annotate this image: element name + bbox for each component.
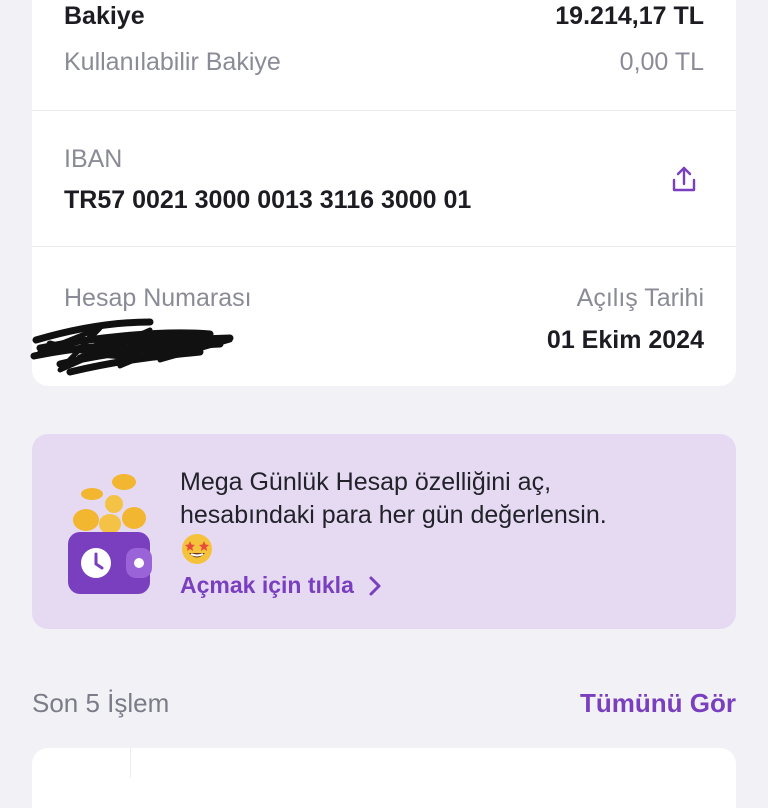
star-struck-emoji-icon (182, 534, 212, 564)
share-icon (672, 166, 696, 192)
divider (32, 246, 736, 247)
opening-date-value: 01 Ekim 2024 (546, 326, 704, 354)
available-balance-row: Kullanılabilir Bakiye 0,00 TL (32, 48, 736, 77)
open-feature-link[interactable]: Açmak için tıkla (180, 572, 382, 599)
see-all-button[interactable]: Tümünü Gör (580, 688, 736, 719)
available-balance-label: Kullanılabilir Bakiye (64, 48, 281, 76)
opening-date-label: Açılış Tarihi (576, 284, 704, 312)
balance-value: 19.214,17 TL (555, 2, 704, 30)
balance-label: Bakiye (64, 2, 145, 30)
iban-label: IBAN (64, 145, 123, 173)
divider (130, 748, 131, 778)
promo-text: Mega Günlük Hesap özelliğini aç, hesabın… (180, 466, 710, 532)
transactions-list-card (32, 748, 736, 808)
wallet-coins-icon (68, 474, 152, 594)
promo-line-2: hesabındaki para her gün değerlensin. (180, 501, 607, 529)
promo-line-1: Mega Günlük Hesap özelliğini aç, (180, 468, 552, 496)
recent-transactions-title: Son 5 İşlem (32, 688, 170, 718)
mega-daily-account-promo[interactable]: Mega Günlük Hesap özelliğini aç, hesabın… (32, 434, 736, 629)
share-iban-button[interactable] (666, 162, 702, 198)
redacted-account-number (30, 318, 234, 376)
balance-row: Bakiye 19.214,17 TL (32, 2, 736, 31)
divider (32, 110, 736, 111)
open-feature-link-label: Açmak için tıkla (180, 572, 354, 598)
iban-value[interactable]: TR57 0021 3000 0013 3116 3000 01 (64, 186, 471, 215)
chevron-right-icon (369, 576, 381, 595)
available-balance-value: 0,00 TL (619, 48, 704, 76)
